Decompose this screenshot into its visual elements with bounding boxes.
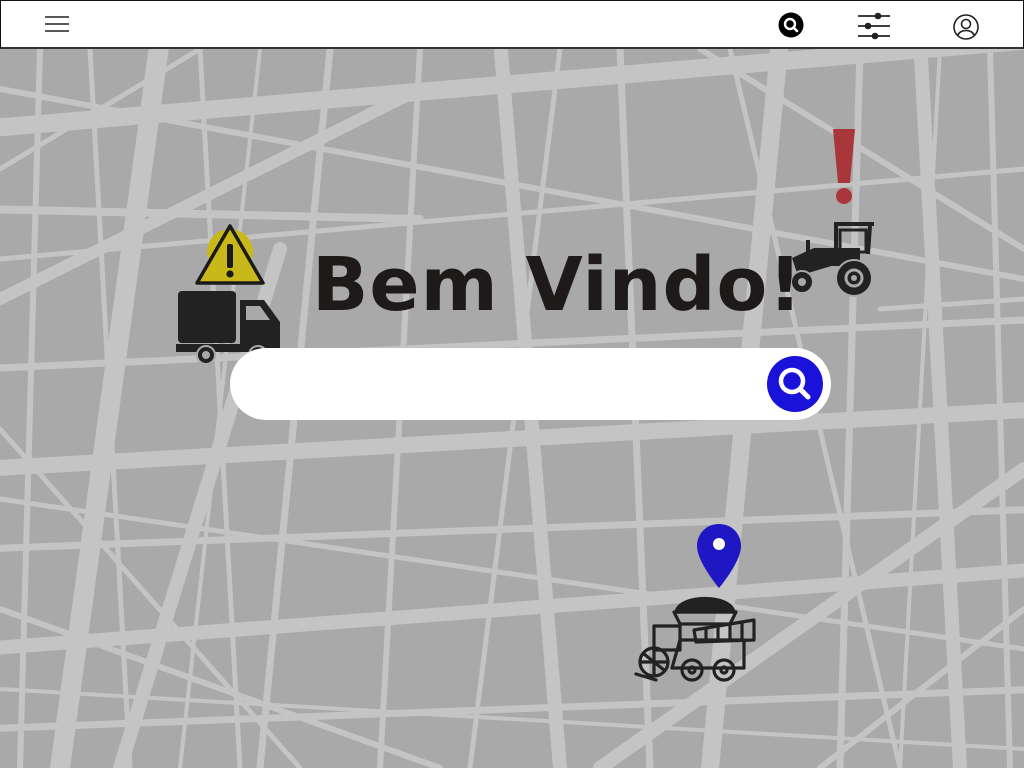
filters-button[interactable] bbox=[856, 9, 892, 43]
location-pin-icon bbox=[697, 524, 741, 588]
hamburger-menu-icon bbox=[45, 16, 69, 32]
location-pin-marker[interactable] bbox=[696, 522, 742, 594]
profile-button[interactable] bbox=[951, 12, 981, 42]
search-bar bbox=[230, 348, 831, 420]
search-input[interactable] bbox=[260, 364, 764, 406]
welcome-heading: Bem Vindo! bbox=[312, 242, 804, 328]
search-icon bbox=[778, 12, 804, 38]
search-icon bbox=[778, 367, 811, 400]
warning-marker[interactable] bbox=[194, 222, 266, 292]
search-submit-button[interactable] bbox=[767, 356, 823, 412]
header-search-button[interactable] bbox=[778, 12, 804, 38]
user-circle-icon bbox=[953, 14, 979, 40]
harvester-icon bbox=[634, 596, 756, 682]
top-navigation-bar bbox=[0, 0, 1024, 49]
alert-marker[interactable] bbox=[830, 127, 858, 211]
exclamation-icon bbox=[833, 129, 855, 204]
sliders-icon bbox=[858, 12, 890, 40]
harvester-marker[interactable] bbox=[634, 590, 758, 690]
menu-button[interactable] bbox=[39, 11, 75, 37]
warning-triangle-icon bbox=[195, 224, 265, 285]
